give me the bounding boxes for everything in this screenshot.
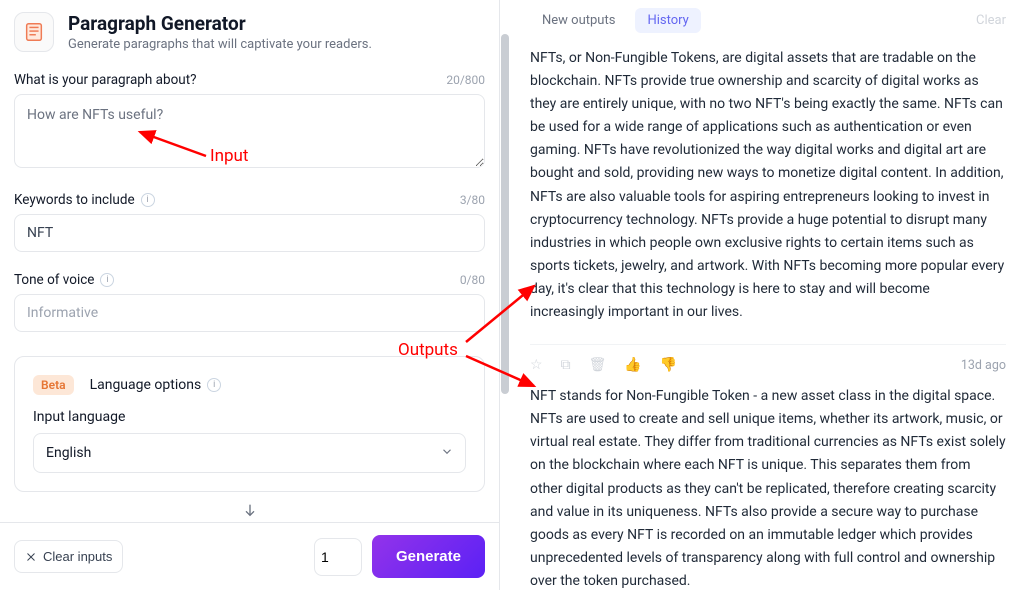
scrollbar-thumb[interactable] bbox=[501, 34, 509, 394]
copy-icon[interactable]: ⧉ bbox=[561, 357, 571, 373]
tone-input[interactable] bbox=[14, 294, 485, 332]
thumbs-down-icon[interactable]: 👎 bbox=[660, 357, 677, 373]
clear-inputs-button[interactable]: Clear inputs bbox=[14, 540, 123, 573]
output-item[interactable]: NFT stands for Non-Fungible Token - a ne… bbox=[530, 373, 1006, 590]
tabs: New outputs History bbox=[530, 8, 701, 33]
language-options-box: Beta Language options i Input language E… bbox=[14, 356, 485, 492]
tone-counter: 0/80 bbox=[460, 273, 485, 287]
input-language-select-wrap: English bbox=[33, 433, 466, 473]
output-timestamp: 13d ago bbox=[961, 358, 1006, 373]
info-icon[interactable]: i bbox=[207, 378, 221, 392]
tab-new-outputs[interactable]: New outputs bbox=[530, 8, 627, 33]
topic-textarea[interactable] bbox=[14, 94, 485, 168]
output-item[interactable]: NFTs, or Non-Fungible Tokens, are digita… bbox=[530, 47, 1006, 338]
topic-counter: 20/800 bbox=[446, 73, 485, 87]
delete-icon[interactable]: 🗑 bbox=[589, 357, 607, 373]
scrollbar[interactable] bbox=[500, 34, 510, 590]
output-count-input[interactable] bbox=[314, 538, 362, 576]
generate-button[interactable]: Generate bbox=[372, 535, 485, 578]
input-language-label: Input language bbox=[33, 409, 466, 425]
footer-bar: Clear inputs Generate bbox=[0, 522, 499, 590]
info-icon[interactable]: i bbox=[141, 193, 155, 207]
right-panel: New outputs History Clear NFTs, or Non-F… bbox=[500, 0, 1024, 590]
language-options-header: Beta Language options i bbox=[33, 375, 466, 395]
info-icon[interactable]: i bbox=[100, 273, 114, 287]
page-title: Paragraph Generator bbox=[68, 12, 372, 35]
language-options-title: Language options bbox=[90, 377, 202, 393]
tab-history[interactable]: History bbox=[635, 8, 700, 33]
left-panel: Paragraph Generator Generate paragraphs … bbox=[0, 0, 500, 590]
star-icon[interactable]: ☆ bbox=[530, 357, 543, 373]
input-language-select[interactable]: English bbox=[33, 433, 466, 473]
page-subtitle: Generate paragraphs that will captivate … bbox=[68, 37, 372, 52]
header: Paragraph Generator Generate paragraphs … bbox=[0, 0, 499, 72]
keywords-label-row: Keywords to include i 3/80 bbox=[14, 192, 485, 208]
footer-right: Generate bbox=[314, 535, 485, 578]
app-icon bbox=[14, 12, 54, 52]
expand-arrow-icon[interactable] bbox=[14, 492, 485, 522]
outputs-list: NFTs, or Non-Fungible Tokens, are digita… bbox=[500, 41, 1024, 590]
output-actions-row: ☆ ⧉ 🗑 👍 👎 13d ago bbox=[530, 344, 1006, 373]
keywords-input[interactable] bbox=[14, 214, 485, 252]
thumbs-up-icon[interactable]: 👍 bbox=[624, 357, 641, 373]
tabs-row: New outputs History Clear bbox=[500, 0, 1024, 41]
form-scroll: What is your paragraph about? 20/800 Key… bbox=[0, 72, 499, 522]
beta-badge: Beta bbox=[33, 375, 74, 395]
keywords-counter: 3/80 bbox=[460, 193, 485, 207]
keywords-label: Keywords to include i bbox=[14, 192, 155, 208]
header-text: Paragraph Generator Generate paragraphs … bbox=[68, 12, 372, 52]
topic-label-row: What is your paragraph about? 20/800 bbox=[14, 72, 485, 88]
paragraph-icon bbox=[23, 21, 45, 43]
topic-label: What is your paragraph about? bbox=[14, 72, 197, 88]
clear-outputs-link[interactable]: Clear bbox=[976, 13, 1006, 28]
tone-label: Tone of voice i bbox=[14, 272, 114, 288]
close-icon bbox=[25, 551, 37, 563]
tone-label-row: Tone of voice i 0/80 bbox=[14, 272, 485, 288]
